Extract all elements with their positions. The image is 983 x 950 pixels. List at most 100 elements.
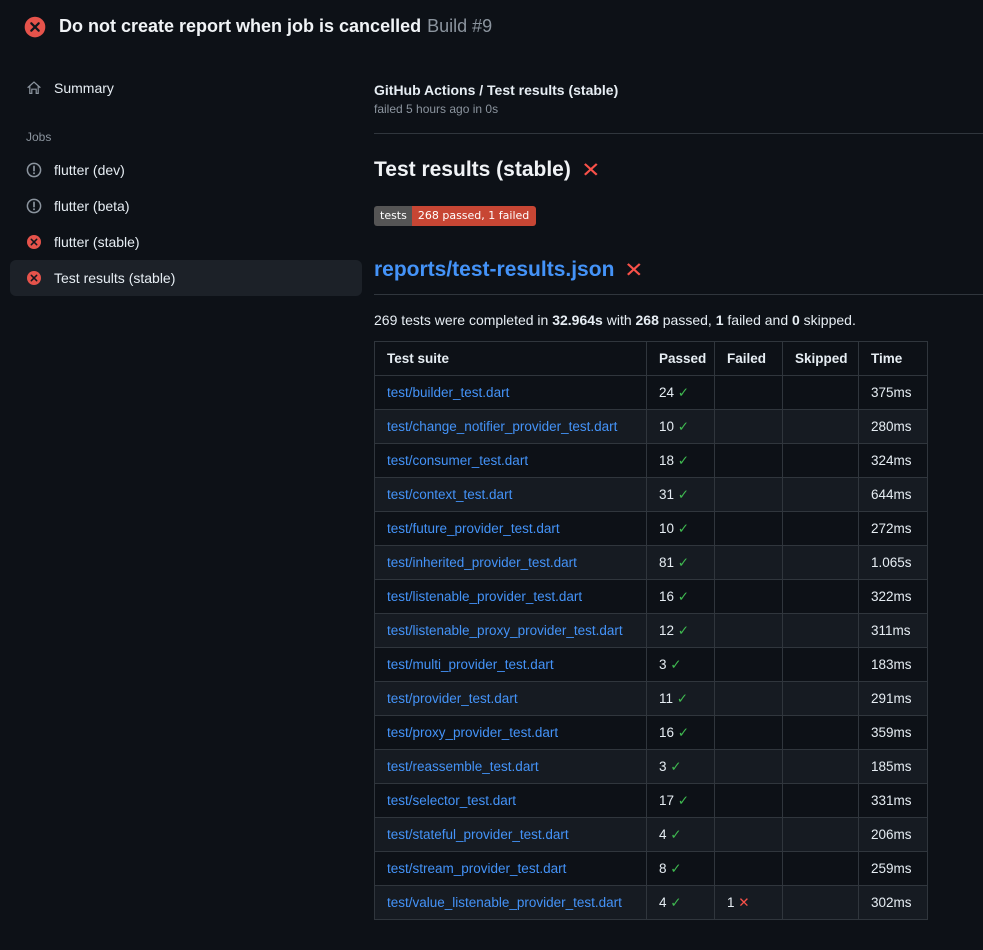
- table-row: test/listenable_proxy_provider_test.dart…: [375, 614, 928, 648]
- job-label: flutter (stable): [54, 234, 140, 250]
- test-suite-link[interactable]: test/future_provider_test.dart: [387, 521, 560, 536]
- passed-cell: 3 ✓: [647, 750, 715, 784]
- sidebar-item-summary[interactable]: Summary: [10, 70, 362, 106]
- time-cell: 280ms: [859, 410, 928, 444]
- passed-cell: 8 ✓: [647, 852, 715, 886]
- tests-badge: tests 268 passed, 1 failed: [374, 206, 536, 226]
- test-suite-link[interactable]: test/change_notifier_provider_test.dart: [387, 419, 617, 434]
- table-row: test/value_listenable_provider_test.dart…: [375, 886, 928, 920]
- table-row: test/listenable_provider_test.dart 16 ✓ 32…: [375, 580, 928, 614]
- check-icon: ✓: [678, 725, 689, 740]
- table-row: test/multi_provider_test.dart3 ✓183ms: [375, 648, 928, 682]
- skipped-cell: [783, 512, 859, 546]
- check-icon: ✓: [678, 793, 689, 808]
- test-suite-link[interactable]: test/context_test.dart: [387, 487, 512, 502]
- check-icon: ✓: [678, 453, 689, 468]
- run-title-wrap: Do not create report when job is cancell…: [59, 16, 492, 38]
- failed-cell: [715, 546, 783, 580]
- column-header-time: Time: [859, 342, 928, 376]
- build-number: Build #9: [427, 16, 492, 36]
- time-cell: 322ms: [859, 580, 928, 614]
- header-divider: [374, 133, 983, 134]
- failed-cell: [715, 410, 783, 444]
- fail-x-icon: ✕: [581, 160, 600, 181]
- test-suite-link[interactable]: test/listenable_proxy_provider_test.dart: [387, 623, 623, 638]
- summary-label: Summary: [54, 80, 114, 96]
- test-suite-link[interactable]: test/proxy_provider_test.dart: [387, 725, 558, 740]
- passed-cell: 81 ✓: [647, 546, 715, 580]
- job-label: flutter (beta): [54, 198, 129, 214]
- skipped-cell: [783, 546, 859, 580]
- table-row: test/reassemble_test.dart3 ✓185ms: [375, 750, 928, 784]
- skipped-cell: [783, 852, 859, 886]
- report-file-link[interactable]: reports/test-results.json: [374, 258, 614, 282]
- failed-cell: [715, 818, 783, 852]
- jobs-heading: Jobs: [10, 106, 362, 152]
- sidebar-item-flutter-stable[interactable]: flutter (stable): [10, 224, 362, 260]
- run-meta: failed 5 hours ago in 0s: [374, 102, 983, 116]
- time-cell: 291ms: [859, 682, 928, 716]
- job-label: flutter (dev): [54, 162, 125, 178]
- time-cell: 302ms: [859, 886, 928, 920]
- suite-cell: test/change_notifier_provider_test.dart: [375, 410, 647, 444]
- test-suite-link[interactable]: test/stream_provider_test.dart: [387, 861, 566, 876]
- run-header: Do not create report when job is cancell…: [0, 0, 983, 44]
- section-title-text: Test results (stable): [374, 158, 571, 182]
- failed-cell: [715, 580, 783, 614]
- failed-cell: [715, 614, 783, 648]
- summary-passed-count: 268: [636, 312, 659, 328]
- skipped-cell: [783, 682, 859, 716]
- test-table-body: test/builder_test.dart 24 ✓ 375ms test/chan…: [375, 376, 928, 920]
- skipped-cell: [783, 478, 859, 512]
- sidebar-item-test-results-stable[interactable]: Test results (stable): [10, 260, 362, 296]
- time-cell: 206ms: [859, 818, 928, 852]
- run-title: Do not create report when job is cancell…: [59, 16, 421, 36]
- badge-label: tests: [374, 206, 412, 226]
- table-row: test/selector_test.dart17 ✓331ms: [375, 784, 928, 818]
- main-content: GitHub Actions / Test results (stable) f…: [374, 44, 983, 920]
- table-row: test/context_test.dart31 ✓644ms: [375, 478, 928, 512]
- check-icon: ✓: [670, 657, 681, 672]
- test-suite-link[interactable]: test/value_listenable_provider_test.dart: [387, 895, 622, 910]
- table-row: test/future_provider_test.dart10 ✓272ms: [375, 512, 928, 546]
- passed-cell: 24 ✓: [647, 376, 715, 410]
- test-suite-link[interactable]: test/inherited_provider_test.dart: [387, 555, 577, 570]
- sidebar-item-flutter-dev[interactable]: flutter (dev): [10, 152, 362, 188]
- failed-cell: [715, 682, 783, 716]
- skipped-cell: [783, 444, 859, 478]
- check-icon: ✓: [678, 555, 689, 570]
- skipped-cell: [783, 648, 859, 682]
- column-header-skipped: Skipped: [783, 342, 859, 376]
- test-suite-link[interactable]: test/stateful_provider_test.dart: [387, 827, 569, 842]
- suite-cell: test/stream_provider_test.dart: [375, 852, 647, 886]
- test-suite-link[interactable]: test/builder_test.dart: [387, 385, 509, 400]
- test-suite-link[interactable]: test/listenable_provider_test.dart: [387, 589, 582, 604]
- failed-status-icon: [26, 270, 42, 286]
- time-cell: 644ms: [859, 478, 928, 512]
- job-label: Test results (stable): [54, 270, 175, 286]
- skipped-cell: [783, 580, 859, 614]
- table-row: test/stateful_provider_test.dart4 ✓206ms: [375, 818, 928, 852]
- test-suite-link[interactable]: test/reassemble_test.dart: [387, 759, 539, 774]
- fail-x-icon: ✕: [625, 260, 644, 281]
- cancelled-icon: [26, 198, 42, 214]
- time-cell: 311ms: [859, 614, 928, 648]
- test-suite-link[interactable]: test/multi_provider_test.dart: [387, 657, 554, 672]
- test-suite-link[interactable]: test/consumer_test.dart: [387, 453, 528, 468]
- suite-cell: test/value_listenable_provider_test.dart: [375, 886, 647, 920]
- passed-cell: 4 ✓: [647, 886, 715, 920]
- passed-cell: 10 ✓: [647, 512, 715, 546]
- failed-cell: [715, 784, 783, 818]
- summary-text: 269 tests were completed in: [374, 312, 552, 328]
- sidebar-item-flutter-beta[interactable]: flutter (beta): [10, 188, 362, 224]
- passed-cell: 16 ✓: [647, 580, 715, 614]
- passed-cell: 18 ✓: [647, 444, 715, 478]
- check-icon: ✓: [678, 487, 689, 502]
- skipped-cell: [783, 614, 859, 648]
- time-cell: 375ms: [859, 376, 928, 410]
- test-suite-link[interactable]: test/provider_test.dart: [387, 691, 518, 706]
- table-row: test/consumer_test.dart18 ✓324ms: [375, 444, 928, 478]
- suite-cell: test/provider_test.dart: [375, 682, 647, 716]
- test-suite-link[interactable]: test/selector_test.dart: [387, 793, 516, 808]
- check-icon: ✓: [678, 419, 689, 434]
